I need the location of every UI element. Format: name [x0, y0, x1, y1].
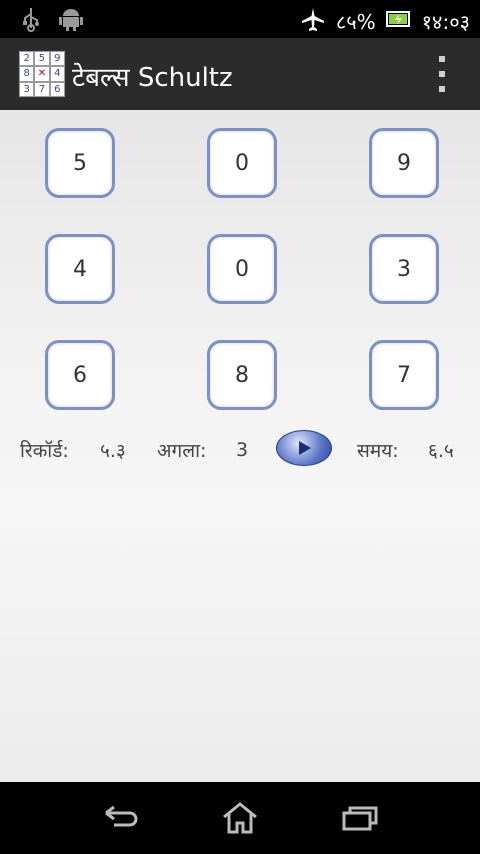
- main-content: 5 0 9 4 0 3 6 8 7 रिकॉर्ड: ५.३ अगला: 3 स…: [0, 110, 480, 782]
- usb-icon: [20, 6, 42, 36]
- battery-icon: [385, 9, 412, 34]
- number-cell[interactable]: 5: [45, 128, 115, 198]
- home-button[interactable]: [220, 800, 260, 836]
- record-value: ५.३: [100, 440, 126, 462]
- battery-percent: ८५%: [335, 10, 376, 34]
- number-cell[interactable]: 7: [369, 340, 439, 410]
- back-button[interactable]: [100, 800, 140, 836]
- action-bar: 2 5 9 8 ✕ 4 3 7 6 टेबल्स Schultz: [0, 38, 480, 112]
- app-logo-icon: 2 5 9 8 ✕ 4 3 7 6: [18, 50, 66, 98]
- number-cell[interactable]: 4: [45, 234, 115, 304]
- next-label: अगला:: [157, 440, 207, 462]
- android-debug-icon: [58, 6, 84, 36]
- number-cell[interactable]: 6: [45, 340, 115, 410]
- play-icon: [299, 441, 311, 455]
- status-bar: ८५% १४:०३: [0, 0, 480, 38]
- time-value: ६.५: [428, 440, 454, 462]
- app-title: टेबल्स Schultz: [72, 63, 233, 93]
- clock: १४:०३: [421, 10, 470, 34]
- recent-apps-button[interactable]: [340, 800, 380, 836]
- number-cell[interactable]: 3: [369, 234, 439, 304]
- play-button[interactable]: [276, 430, 332, 466]
- next-value: 3: [236, 439, 249, 461]
- navigation-bar: [0, 782, 480, 854]
- number-cell[interactable]: 9: [369, 128, 439, 198]
- overflow-menu-icon[interactable]: [432, 56, 452, 92]
- home-icon: [223, 802, 257, 834]
- recent-apps-icon: [342, 806, 378, 831]
- record-label: रिकॉर्ड:: [20, 440, 69, 462]
- airplane-icon: [300, 6, 326, 37]
- time-label: समय:: [357, 440, 399, 462]
- number-cell[interactable]: 0: [207, 128, 277, 198]
- back-icon: [105, 805, 138, 827]
- score-bar: रिकॉर्ड: ५.३ अगला: 3 समय: ६.५: [20, 430, 460, 468]
- number-cell[interactable]: 0: [207, 234, 277, 304]
- number-cell[interactable]: 8: [207, 340, 277, 410]
